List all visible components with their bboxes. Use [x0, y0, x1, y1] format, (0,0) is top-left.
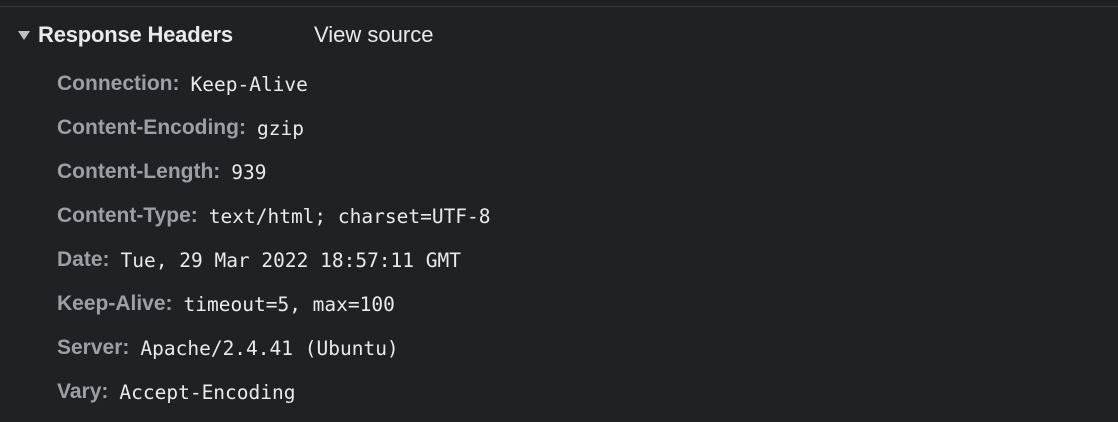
header-name: Connection — [57, 72, 173, 95]
triangle-down-icon[interactable] — [18, 31, 30, 40]
header-value: 939 — [231, 160, 267, 184]
view-source-link[interactable]: View source — [314, 22, 433, 48]
header-colon: : — [172, 72, 180, 95]
header-value: Keep-Alive — [190, 72, 308, 96]
header-value: Accept-Encoding — [119, 380, 296, 404]
header-row: Server: Apache/2.4.41 (Ubuntu) — [57, 326, 491, 370]
header-name: Content-Encoding — [57, 116, 239, 139]
header-list: Connection: Keep-Alive Content-Encoding:… — [57, 62, 491, 414]
header-row: Connection: Keep-Alive — [57, 62, 491, 106]
header-colon: : — [213, 160, 221, 183]
header-row: Vary: Accept-Encoding — [57, 370, 491, 414]
header-value: text/html; charset=UTF-8 — [208, 204, 491, 228]
header-name: Server — [57, 336, 123, 359]
header-colon: : — [165, 292, 173, 315]
header-name: Date — [57, 248, 103, 271]
header-row: Content-Type: text/html; charset=UTF-8 — [57, 194, 491, 238]
section-title[interactable]: Response Headers — [38, 22, 233, 48]
header-name: Content-Length — [57, 160, 214, 183]
header-value: Apache/2.4.41 (Ubuntu) — [140, 336, 399, 360]
header-value: Tue, 29 Mar 2022 18:57:11 GMT — [120, 248, 461, 272]
header-colon: : — [238, 116, 246, 139]
panel-divider — [0, 0, 1118, 7]
header-row: Keep-Alive: timeout=5, max=100 — [57, 282, 491, 326]
header-name: Keep-Alive — [57, 292, 166, 315]
header-colon: : — [102, 248, 110, 271]
header-colon: : — [122, 336, 130, 359]
header-name: Vary — [57, 380, 102, 403]
header-colon: : — [101, 380, 109, 403]
header-colon: : — [190, 204, 198, 227]
header-row: Date: Tue, 29 Mar 2022 18:57:11 GMT — [57, 238, 491, 282]
header-value: gzip — [256, 116, 304, 140]
header-name: Content-Type — [57, 204, 191, 227]
header-value: timeout=5, max=100 — [183, 292, 395, 316]
header-row: Content-Encoding: gzip — [57, 106, 491, 150]
response-headers-panel: Response Headers View source Connection:… — [0, 0, 1118, 422]
response-headers-section-header[interactable]: Response Headers View source — [0, 14, 1118, 56]
header-row: Content-Length: 939 — [57, 150, 491, 194]
